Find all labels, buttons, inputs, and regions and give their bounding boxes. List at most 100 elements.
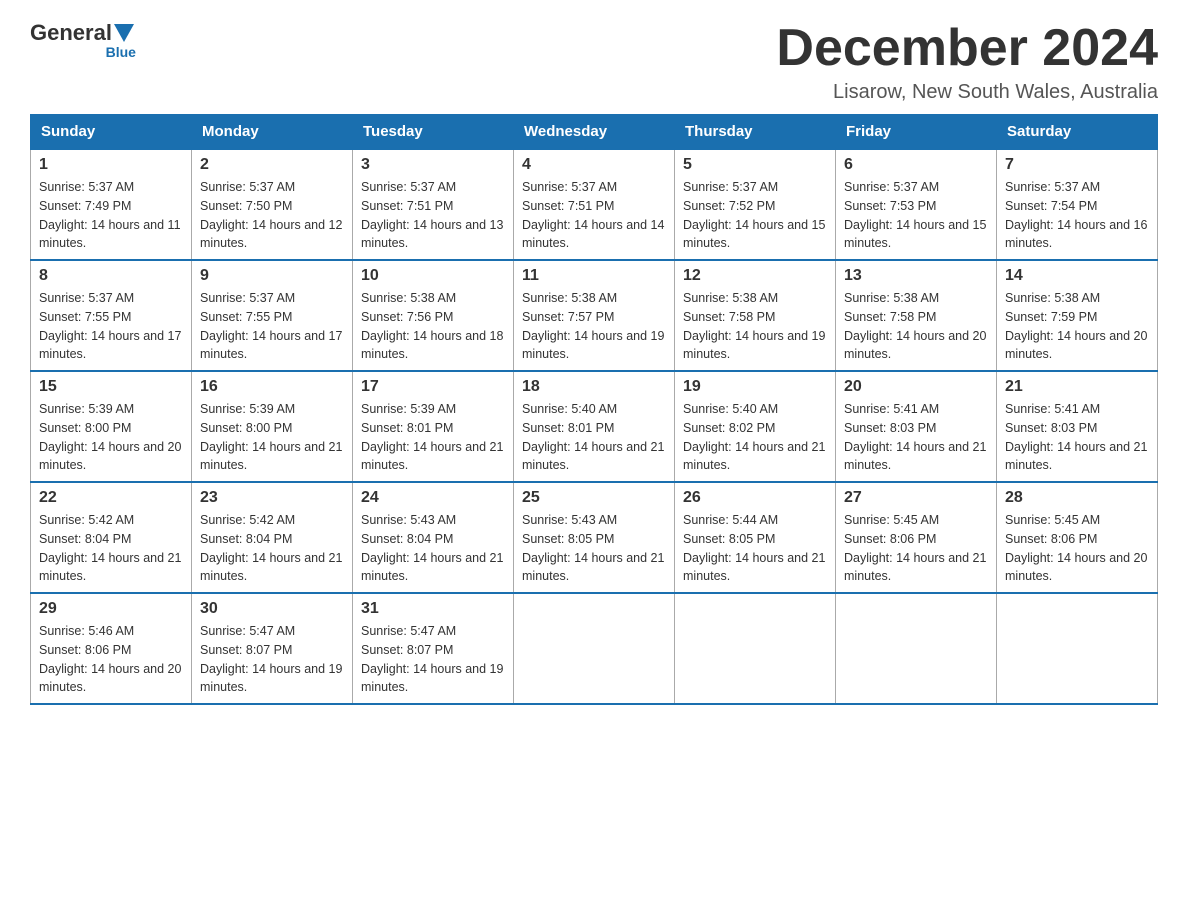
calendar-week-3: 15 Sunrise: 5:39 AMSunset: 8:00 PMDayligh… [31, 371, 1158, 482]
calendar-cell: 22 Sunrise: 5:42 AMSunset: 8:04 PMDayligh… [31, 482, 192, 593]
calendar-cell: 3 Sunrise: 5:37 AMSunset: 7:51 PMDaylight… [353, 149, 514, 260]
calendar-cell: 16Sunrise: 5:39 AMSunset: 8:00 PMDayligh… [192, 371, 353, 482]
day-info: Sunrise: 5:42 AMSunset: 8:04 PMDaylight:… [200, 511, 344, 586]
calendar-cell: 5Sunrise: 5:37 AMSunset: 7:52 PMDaylight… [675, 149, 836, 260]
day-number: 15 [39, 378, 183, 396]
header-monday: Monday [192, 115, 353, 150]
day-number: 25 [522, 489, 666, 507]
day-number: 18 [522, 378, 666, 396]
calendar-cell: 25 Sunrise: 5:43 AMSunset: 8:05 PMDayligh… [514, 482, 675, 593]
calendar-cell: 30 Sunrise: 5:47 AMSunset: 8:07 PMDayligh… [192, 593, 353, 704]
calendar-cell: 21 Sunrise: 5:41 AMSunset: 8:03 PMDayligh… [997, 371, 1158, 482]
day-info: Sunrise: 5:45 AMSunset: 8:06 PMDaylight:… [844, 511, 988, 586]
day-number: 30 [200, 600, 344, 618]
day-info: Sunrise: 5:38 AMSunset: 7:58 PMDaylight:… [844, 289, 988, 364]
day-info: Sunrise: 5:43 AMSunset: 8:04 PMDaylight:… [361, 511, 505, 586]
calendar-cell: 31 Sunrise: 5:47 AMSunset: 8:07 PMDayligh… [353, 593, 514, 704]
month-title: December 2024 [776, 20, 1158, 77]
calendar-cell [675, 593, 836, 704]
calendar-cell: 19 Sunrise: 5:40 AMSunset: 8:02 PMDayligh… [675, 371, 836, 482]
calendar-cell: 10 Sunrise: 5:38 AMSunset: 7:56 PMDayligh… [353, 260, 514, 371]
day-info: Sunrise: 5:47 AMSunset: 8:07 PMDaylight:… [361, 622, 505, 697]
calendar-cell: 29 Sunrise: 5:46 AMSunset: 8:06 PMDayligh… [31, 593, 192, 704]
calendar-week-1: 1 Sunrise: 5:37 AMSunset: 7:49 PMDaylight… [31, 149, 1158, 260]
day-number: 12 [683, 267, 827, 285]
day-info: Sunrise: 5:37 AMSunset: 7:53 PMDaylight:… [844, 178, 988, 253]
day-info: Sunrise: 5:37 AMSunset: 7:55 PMDaylight:… [39, 289, 183, 364]
day-number: 31 [361, 600, 505, 618]
calendar-cell: 1 Sunrise: 5:37 AMSunset: 7:49 PMDaylight… [31, 149, 192, 260]
day-info: Sunrise: 5:39 AMSunset: 8:01 PMDaylight:… [361, 400, 505, 475]
day-number: 22 [39, 489, 183, 507]
day-info: Sunrise: 5:37 AMSunset: 7:51 PMDaylight:… [522, 178, 666, 253]
day-info: Sunrise: 5:44 AMSunset: 8:05 PMDaylight:… [683, 511, 827, 586]
day-number: 8 [39, 267, 183, 285]
calendar-cell [836, 593, 997, 704]
title-section: December 2024 Lisarow, New South Wales, … [776, 20, 1158, 104]
day-number: 26 [683, 489, 827, 507]
day-info: Sunrise: 5:41 AMSunset: 8:03 PMDaylight:… [1005, 400, 1149, 475]
calendar-cell: 14Sunrise: 5:38 AMSunset: 7:59 PMDayligh… [997, 260, 1158, 371]
day-number: 9 [200, 267, 344, 285]
day-number: 24 [361, 489, 505, 507]
day-info: Sunrise: 5:40 AMSunset: 8:01 PMDaylight:… [522, 400, 666, 475]
day-number: 6 [844, 156, 988, 174]
calendar-week-2: 8 Sunrise: 5:37 AMSunset: 7:55 PMDaylight… [31, 260, 1158, 371]
day-number: 17 [361, 378, 505, 396]
logo-triangle-icon [114, 24, 134, 42]
calendar-cell: 13Sunrise: 5:38 AMSunset: 7:58 PMDayligh… [836, 260, 997, 371]
calendar-cell: 2 Sunrise: 5:37 AMSunset: 7:50 PMDaylight… [192, 149, 353, 260]
day-info: Sunrise: 5:37 AMSunset: 7:55 PMDaylight:… [200, 289, 344, 364]
logo-blue-underline: Blue [106, 44, 136, 60]
header-tuesday: Tuesday [353, 115, 514, 150]
day-info: Sunrise: 5:42 AMSunset: 8:04 PMDaylight:… [39, 511, 183, 586]
calendar-cell: 4Sunrise: 5:37 AMSunset: 7:51 PMDaylight… [514, 149, 675, 260]
day-info: Sunrise: 5:38 AMSunset: 7:59 PMDaylight:… [1005, 289, 1149, 364]
day-number: 1 [39, 156, 183, 174]
calendar-cell: 11Sunrise: 5:38 AMSunset: 7:57 PMDayligh… [514, 260, 675, 371]
day-number: 11 [522, 267, 666, 285]
calendar-cell: 8 Sunrise: 5:37 AMSunset: 7:55 PMDaylight… [31, 260, 192, 371]
day-info: Sunrise: 5:43 AMSunset: 8:05 PMDaylight:… [522, 511, 666, 586]
day-info: Sunrise: 5:37 AMSunset: 7:50 PMDaylight:… [200, 178, 344, 253]
day-info: Sunrise: 5:40 AMSunset: 8:02 PMDaylight:… [683, 400, 827, 475]
day-number: 29 [39, 600, 183, 618]
calendar-cell: 7Sunrise: 5:37 AMSunset: 7:54 PMDaylight… [997, 149, 1158, 260]
header-saturday: Saturday [997, 115, 1158, 150]
day-number: 27 [844, 489, 988, 507]
day-number: 2 [200, 156, 344, 174]
day-info: Sunrise: 5:37 AMSunset: 7:54 PMDaylight:… [1005, 178, 1149, 253]
header-thursday: Thursday [675, 115, 836, 150]
day-info: Sunrise: 5:47 AMSunset: 8:07 PMDaylight:… [200, 622, 344, 697]
calendar-table: SundayMondayTuesdayWednesdayThursdayFrid… [30, 114, 1158, 705]
location: Lisarow, New South Wales, Australia [776, 81, 1158, 104]
day-info: Sunrise: 5:37 AMSunset: 7:52 PMDaylight:… [683, 178, 827, 253]
day-info: Sunrise: 5:41 AMSunset: 8:03 PMDaylight:… [844, 400, 988, 475]
calendar-header-row: SundayMondayTuesdayWednesdayThursdayFrid… [31, 115, 1158, 150]
calendar-cell: 12Sunrise: 5:38 AMSunset: 7:58 PMDayligh… [675, 260, 836, 371]
day-info: Sunrise: 5:39 AMSunset: 8:00 PMDaylight:… [39, 400, 183, 475]
calendar-cell: 20Sunrise: 5:41 AMSunset: 8:03 PMDayligh… [836, 371, 997, 482]
day-number: 16 [200, 378, 344, 396]
calendar-cell: 26 Sunrise: 5:44 AMSunset: 8:05 PMDayligh… [675, 482, 836, 593]
day-number: 3 [361, 156, 505, 174]
calendar-cell: 17 Sunrise: 5:39 AMSunset: 8:01 PMDayligh… [353, 371, 514, 482]
calendar-cell [514, 593, 675, 704]
calendar-cell: 15 Sunrise: 5:39 AMSunset: 8:00 PMDayligh… [31, 371, 192, 482]
calendar-cell: 9 Sunrise: 5:37 AMSunset: 7:55 PMDaylight… [192, 260, 353, 371]
calendar-week-4: 22 Sunrise: 5:42 AMSunset: 8:04 PMDayligh… [31, 482, 1158, 593]
calendar-cell: 6 Sunrise: 5:37 AMSunset: 7:53 PMDaylight… [836, 149, 997, 260]
day-number: 10 [361, 267, 505, 285]
header-wednesday: Wednesday [514, 115, 675, 150]
day-number: 21 [1005, 378, 1149, 396]
day-info: Sunrise: 5:46 AMSunset: 8:06 PMDaylight:… [39, 622, 183, 697]
calendar-cell: 23Sunrise: 5:42 AMSunset: 8:04 PMDayligh… [192, 482, 353, 593]
calendar-week-5: 29 Sunrise: 5:46 AMSunset: 8:06 PMDayligh… [31, 593, 1158, 704]
calendar-cell [997, 593, 1158, 704]
day-number: 19 [683, 378, 827, 396]
day-info: Sunrise: 5:37 AMSunset: 7:51 PMDaylight:… [361, 178, 505, 253]
day-info: Sunrise: 5:37 AMSunset: 7:49 PMDaylight:… [39, 178, 183, 253]
header-sunday: Sunday [31, 115, 192, 150]
day-info: Sunrise: 5:45 AMSunset: 8:06 PMDaylight:… [1005, 511, 1149, 586]
day-info: Sunrise: 5:38 AMSunset: 7:56 PMDaylight:… [361, 289, 505, 364]
